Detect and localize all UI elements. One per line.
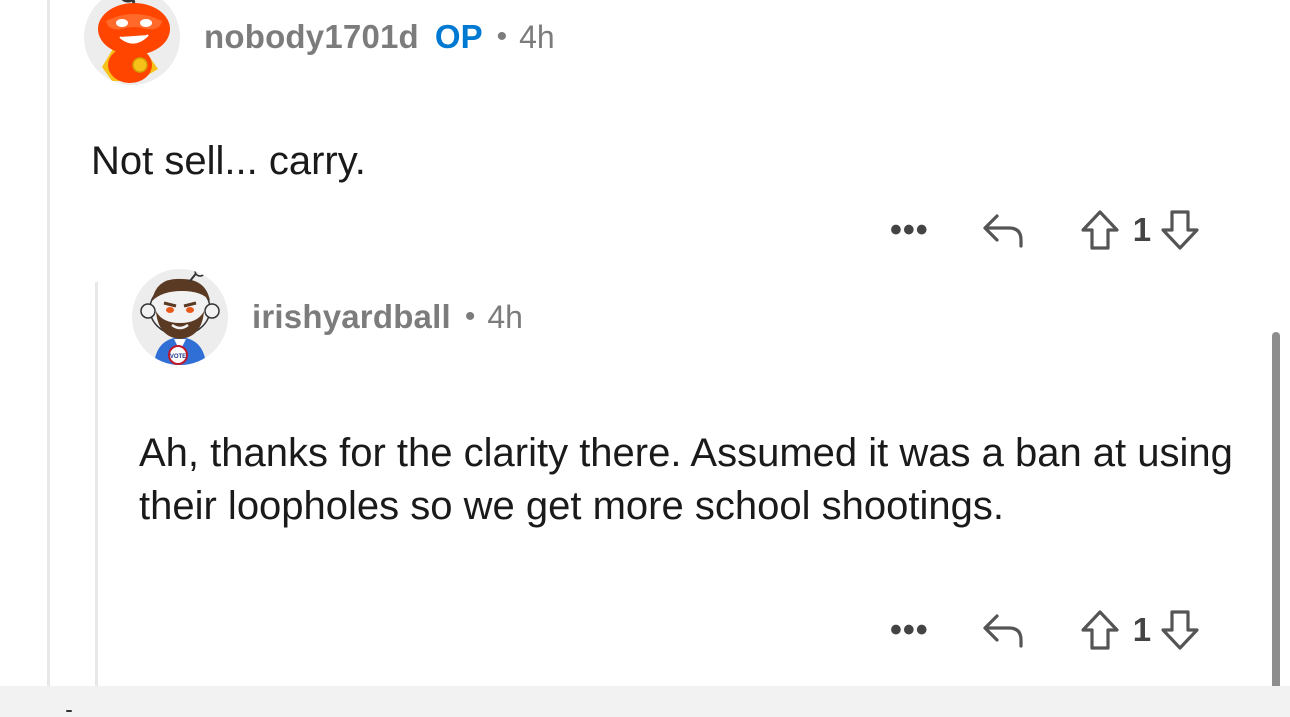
downvote-button[interactable]	[1159, 208, 1201, 252]
downvote-arrow-icon	[1161, 210, 1199, 250]
bottom-bar-mark	[66, 710, 72, 712]
comment-actions: ••• 1	[890, 608, 1201, 652]
reply-button[interactable]	[981, 210, 1027, 250]
upvote-button[interactable]	[1079, 208, 1121, 252]
comment-body: Ah, thanks for the clarity there. Assume…	[139, 431, 1233, 528]
reply-button[interactable]	[981, 610, 1027, 650]
vote-badge-text: VOTE	[170, 354, 186, 360]
more-options-button[interactable]: •••	[890, 208, 929, 252]
snoo-bearded-vote-avatar-icon: VOTE	[140, 269, 220, 365]
upvote-arrow-icon	[1081, 610, 1119, 650]
comment-timestamp: 4h	[519, 18, 555, 55]
more-options-button[interactable]: •••	[890, 608, 929, 652]
thread-line-inner[interactable]	[95, 282, 98, 686]
reply-icon	[983, 214, 1023, 248]
user-avatar[interactable]: VOTE	[132, 269, 228, 365]
thread-line-outer[interactable]	[47, 0, 50, 686]
bottom-bar	[0, 686, 1290, 717]
comment-header: nobody1701d OP • 4h	[84, 0, 555, 85]
comment-header: VOTE irishyardball • 4h	[132, 269, 523, 365]
comment-timestamp: 4h	[487, 298, 523, 335]
upvote-button[interactable]	[1079, 608, 1121, 652]
meta-separator: •	[496, 20, 508, 53]
vote-score: 1	[1132, 611, 1152, 648]
scrollbar-thumb[interactable]	[1272, 332, 1280, 717]
comment-body: Not sell... carry.	[91, 139, 366, 183]
comment-thread: nobody1701d OP • 4h Not sell... carry. •…	[0, 0, 1290, 717]
snoo-superhero-avatar-icon	[98, 0, 170, 83]
upvote-arrow-icon	[1081, 210, 1119, 250]
downvote-button[interactable]	[1159, 608, 1201, 652]
op-badge: OP	[434, 18, 483, 55]
comment-actions: ••• 1	[890, 208, 1201, 252]
username[interactable]: irishyardball	[252, 298, 451, 336]
username[interactable]: nobody1701d	[204, 18, 419, 56]
user-avatar[interactable]	[84, 0, 180, 85]
reply-icon	[983, 614, 1023, 648]
meta-separator: •	[464, 300, 476, 333]
vote-score: 1	[1132, 211, 1152, 248]
downvote-arrow-icon	[1161, 610, 1199, 650]
